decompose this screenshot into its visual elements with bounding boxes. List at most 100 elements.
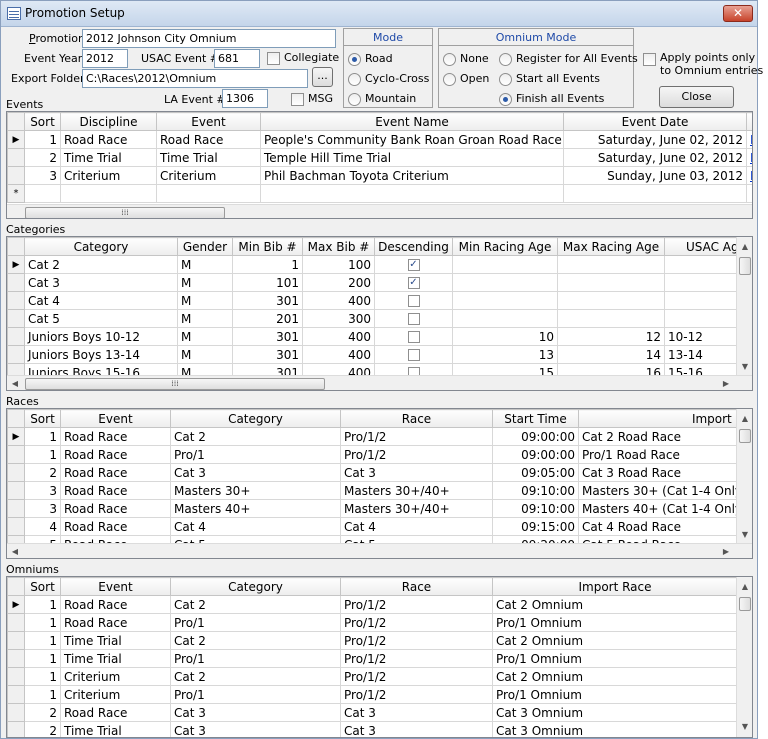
col-race[interactable]: Race: [340, 409, 493, 428]
omnium-register-all-radio[interactable]: [499, 53, 512, 66]
race-cell[interactable]: Pro/1/2: [340, 595, 493, 614]
sort-cell[interactable]: 1: [24, 613, 61, 632]
import-race-cell[interactable]: Cat 2 Omnium: [492, 631, 738, 650]
race-cell[interactable]: Pro/1/2: [340, 649, 493, 668]
table-row[interactable]: 2 Road Race Cat 3 Cat 3 Cat 3 Omnium: [7, 703, 738, 722]
category-cell[interactable]: Cat 5: [24, 309, 178, 328]
record-selector[interactable]: [7, 273, 25, 292]
race-cell[interactable]: Pro/1/2: [340, 427, 493, 446]
category-cell[interactable]: Cat 3: [24, 273, 178, 292]
event-cell[interactable]: Road Race: [60, 613, 171, 632]
event-cell[interactable]: Criterium: [60, 667, 171, 686]
omniums-vscrollbar[interactable]: ▲ ▼: [736, 577, 752, 737]
category-cell[interactable]: Cat 2: [24, 255, 178, 274]
import-race-cell[interactable]: Masters 40+ (Cat 1-4 Only): [578, 499, 752, 518]
close-button[interactable]: Close: [659, 86, 734, 108]
col-category[interactable]: Category: [24, 237, 178, 256]
event-cell[interactable]: Road Race: [60, 517, 171, 536]
start-time-cell[interactable]: 09:10:00: [492, 499, 579, 518]
record-selector[interactable]: ▶: [7, 427, 25, 446]
sort-cell[interactable]: 1: [24, 685, 61, 704]
min-bib-cell[interactable]: 301: [232, 345, 303, 364]
event-cell[interactable]: Criterium: [60, 685, 171, 704]
sort-cell[interactable]: 1: [24, 667, 61, 686]
record-selector[interactable]: [7, 327, 25, 346]
new-record-row[interactable]: *: [7, 184, 752, 203]
start-time-cell[interactable]: 09:00:00: [492, 427, 579, 446]
table-row[interactable]: ▶ 1 Road Race Road Race People's Community B…: [7, 130, 752, 149]
event-date-cell[interactable]: Saturday, June 02, 2012: [563, 148, 747, 167]
min-racing-age-cell[interactable]: [452, 291, 558, 310]
record-selector[interactable]: [7, 703, 25, 722]
table-row[interactable]: 3 Criterium Criterium Phil Bachman Toyota C…: [7, 166, 752, 185]
new-record-selector[interactable]: *: [7, 184, 25, 203]
col-event-name[interactable]: Event Name: [260, 112, 564, 131]
scroll-right-icon[interactable]: ▶: [720, 378, 732, 390]
max-racing-age-cell[interactable]: [557, 291, 665, 310]
import-race-cell[interactable]: Pro/1 Omnium: [492, 649, 738, 668]
descending-cell[interactable]: [374, 291, 453, 310]
import-race-cell[interactable]: Pro/1 Road Race: [578, 445, 752, 464]
race-cell[interactable]: Cat 3: [340, 721, 493, 737]
descending-cell[interactable]: [374, 309, 453, 328]
col-import-race[interactable]: Import Race: [492, 577, 738, 596]
category-cell[interactable]: Masters 30+: [170, 481, 341, 500]
category-cell[interactable]: Pro/1: [170, 649, 341, 668]
title-bar[interactable]: Promotion Setup ✕: [1, 1, 757, 27]
usac-event-input[interactable]: 681: [214, 49, 260, 68]
events-hscrollbar[interactable]: ⁞⁞⁞: [7, 204, 752, 218]
event-cell[interactable]: Time Trial: [60, 631, 171, 650]
descending-checkbox-checked[interactable]: ✓: [407, 277, 420, 289]
descending-checkbox[interactable]: [407, 295, 420, 307]
record-selector[interactable]: [7, 613, 25, 632]
record-selector[interactable]: [7, 309, 25, 328]
col-event[interactable]: Event: [60, 409, 171, 428]
min-bib-cell[interactable]: 301: [232, 291, 303, 310]
table-row[interactable]: 1 Road Race Pro/1 Pro/1/2 Pro/1 Omnium: [7, 613, 738, 632]
category-cell[interactable]: Masters 40+: [170, 499, 341, 518]
import-race-cell[interactable]: Cat 3 Road Race: [578, 463, 752, 482]
gender-cell[interactable]: M: [177, 273, 233, 292]
start-time-cell[interactable]: 09:10:00: [492, 481, 579, 500]
category-cell[interactable]: Juniors Boys 13-14: [24, 345, 178, 364]
sort-cell[interactable]: 2: [24, 703, 61, 722]
record-selector[interactable]: [7, 685, 25, 704]
category-cell[interactable]: Pro/1: [170, 613, 341, 632]
record-selector[interactable]: [7, 345, 25, 364]
max-racing-age-cell[interactable]: 14: [557, 345, 665, 364]
min-bib-cell[interactable]: 101: [232, 273, 303, 292]
gender-cell[interactable]: M: [177, 309, 233, 328]
descending-checkbox[interactable]: [407, 331, 420, 343]
col-gender[interactable]: Gender: [177, 237, 233, 256]
event-cell[interactable]: Road Race: [60, 499, 171, 518]
race-cell[interactable]: Masters 30+/40+: [340, 481, 493, 500]
extra-link-cell[interactable]: R: [746, 130, 752, 149]
sort-cell[interactable]: 1: [24, 631, 61, 650]
table-row[interactable]: Juniors Boys 10-12 M 301 400 10 12 10-12: [7, 327, 752, 346]
descending-cell[interactable]: [374, 327, 453, 346]
event-cell[interactable]: Time Trial: [60, 721, 171, 737]
categories-hscroll-thumb[interactable]: ⁞⁞⁞: [25, 378, 325, 390]
table-row[interactable]: ▶ Cat 2 M 1 100 ✓: [7, 255, 752, 274]
min-bib-cell[interactable]: 201: [232, 309, 303, 328]
mode-cyclocross-radio[interactable]: [348, 73, 361, 86]
record-selector[interactable]: ▶: [7, 130, 25, 149]
record-selector[interactable]: [7, 148, 25, 167]
col-import-race[interactable]: Import Race: [578, 409, 752, 428]
event-cell[interactable]: Time Trial: [156, 148, 261, 167]
col-min-bib[interactable]: Min Bib #: [232, 237, 303, 256]
omnium-finish-all-radio[interactable]: [499, 93, 512, 106]
sort-cell[interactable]: 3: [24, 166, 61, 185]
scroll-down-icon[interactable]: ▼: [739, 529, 751, 541]
event-name-cell[interactable]: Temple Hill Time Trial: [260, 148, 564, 167]
table-row[interactable]: 4 Road Race Cat 4 Cat 4 09:15:00 Cat 4 Road R…: [7, 517, 752, 536]
record-selector[interactable]: [7, 649, 25, 668]
empty-cell[interactable]: [563, 184, 747, 203]
event-date-cell[interactable]: Sunday, June 03, 2012: [563, 166, 747, 185]
col-event[interactable]: Event: [60, 577, 171, 596]
min-bib-cell[interactable]: 1: [232, 255, 303, 274]
event-cell[interactable]: Road Race: [60, 463, 171, 482]
race-cell[interactable]: Cat 3: [340, 703, 493, 722]
col-min-racing-age[interactable]: Min Racing Age: [452, 237, 558, 256]
sort-cell[interactable]: 1: [24, 130, 61, 149]
